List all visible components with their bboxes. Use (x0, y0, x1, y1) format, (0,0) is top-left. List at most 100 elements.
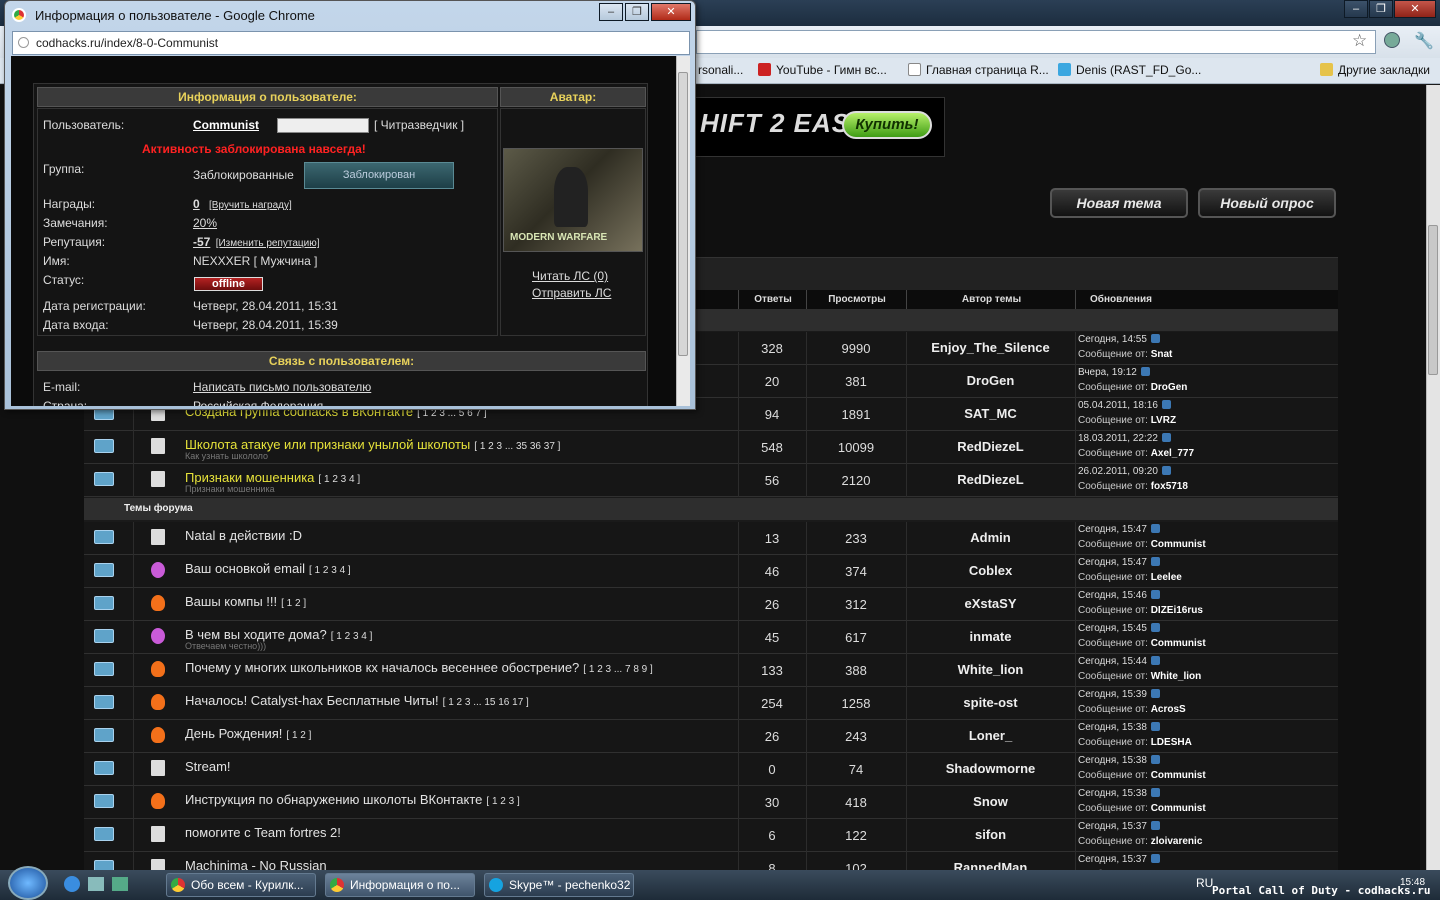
topic-title-text[interactable]: Почему у многих школьников кх началось в… (185, 660, 579, 675)
send-pm-link[interactable]: Отправить ЛС (532, 286, 611, 300)
start-button[interactable] (8, 866, 48, 900)
topic-title[interactable]: В чем вы ходите дома? [ 1 2 3 4 ] (185, 627, 372, 642)
header-replies[interactable]: Ответы (740, 294, 806, 305)
page-scrollbar[interactable] (1426, 85, 1440, 870)
topic-pages[interactable]: [ 1 2 3 4 ] (318, 474, 360, 485)
author-name[interactable]: eXstaSY (906, 596, 1075, 611)
new-topic-button[interactable]: Новая тема (1050, 188, 1188, 218)
topic-title[interactable]: Вашы компы !!! [ 1 2 ] (185, 594, 306, 609)
topic-pages[interactable]: [ 1 2 ] (286, 730, 311, 741)
reputation-value[interactable]: -57 (193, 235, 210, 249)
author-name[interactable]: White_lion (906, 662, 1075, 677)
email-link[interactable]: Написать письмо пользователю (193, 380, 371, 394)
go-to-last-post-icon[interactable] (1150, 722, 1160, 731)
author-name[interactable]: sifon (906, 827, 1075, 842)
topic-title[interactable]: День Рождения! [ 1 2 ] (185, 726, 311, 741)
last-poster-name[interactable]: White_lion (1151, 671, 1202, 682)
go-to-last-post-icon[interactable] (1150, 334, 1160, 343)
last-poster-name[interactable]: DIZEi16rus (1151, 605, 1203, 616)
topic-title-text[interactable]: помогите с Team fortres 2! (185, 825, 341, 840)
go-to-last-post-icon[interactable] (1150, 821, 1160, 830)
topic-pages[interactable]: [ 1 2 3 ... 15 16 17 ] (443, 697, 529, 708)
topic-title[interactable]: Natal в действии :D (185, 528, 302, 543)
new-poll-button[interactable]: Новый опрос (1198, 188, 1336, 218)
bookmark-youtube[interactable]: YouTube - Гимн вс... (758, 63, 887, 77)
last-poster-name[interactable]: Communist (1151, 638, 1206, 649)
go-to-last-post-icon[interactable] (1150, 656, 1160, 665)
page-info-icon[interactable] (18, 37, 29, 48)
last-poster-name[interactable]: Axel_777 (1151, 448, 1194, 459)
last-poster-name[interactable]: Snat (1151, 349, 1173, 360)
author-name[interactable]: Enjoy_The_Silence (906, 340, 1075, 355)
taskbar-item[interactable]: Обо всем - Курилк... (166, 873, 316, 897)
author-name[interactable]: Admin (906, 530, 1075, 545)
topic-title[interactable]: Почему у многих школьников кх началось в… (185, 660, 653, 675)
header-author[interactable]: Автор темы (908, 294, 1075, 305)
topic-title[interactable]: Началось! Catalyst-hax Бесплатные Читы! [… (185, 693, 529, 708)
last-poster-name[interactable]: LVRZ (1151, 415, 1176, 426)
username-link[interactable]: Communist (193, 118, 259, 132)
last-poster-name[interactable]: AcrosS (1151, 704, 1186, 715)
popup-scrollbar-thumb[interactable] (678, 72, 688, 356)
go-to-last-post-icon[interactable] (1161, 466, 1171, 475)
ie-icon[interactable] (64, 876, 80, 892)
taskbar-item[interactable]: Информация о по... (325, 873, 475, 897)
popup-scrollbar[interactable] (676, 56, 690, 406)
clock[interactable]: 15:48 (1400, 877, 1425, 888)
topic-title-text[interactable]: Инструкция по обнаружению школоты ВКонта… (185, 792, 482, 807)
explorer-icon[interactable] (88, 877, 104, 891)
topic-pages[interactable]: [ 1 2 3 ... 7 8 9 ] (583, 664, 653, 675)
read-pm-link[interactable]: Читать ЛС (0) (532, 269, 608, 283)
topic-title[interactable]: Школота атакуе или признаки унылой школо… (185, 437, 560, 452)
popup-maximize-button[interactable]: ❐ (625, 3, 649, 21)
last-poster-name[interactable]: Communist (1151, 539, 1206, 550)
header-views[interactable]: Просмотры (808, 294, 906, 305)
last-poster-name[interactable]: Communist (1151, 803, 1206, 814)
topic-title[interactable]: Инструкция по обнаружению школоты ВКонта… (185, 792, 520, 807)
author-name[interactable]: Shadowmorne (906, 761, 1075, 776)
bookmark-page[interactable]: Главная страница R... (908, 63, 1049, 77)
topic-title[interactable]: Признаки мошенника [ 1 2 3 4 ] (185, 470, 360, 485)
popup-minimize-button[interactable]: – (599, 3, 623, 21)
last-poster-name[interactable]: Leelee (1151, 572, 1182, 583)
give-award-link[interactable]: [Вручить награду] (209, 200, 292, 211)
close-button[interactable]: ✕ (1394, 0, 1436, 18)
author-name[interactable]: inmate (906, 629, 1075, 644)
author-name[interactable]: DroGen (906, 373, 1075, 388)
topic-title-text[interactable]: Школота атакуе или признаки унылой школо… (185, 437, 470, 452)
topic-title-text[interactable]: Natal в действии :D (185, 528, 302, 543)
topic-pages[interactable]: [ 1 2 3 4 ] (331, 631, 373, 642)
last-poster-name[interactable]: Communist (1151, 770, 1206, 781)
last-poster-name[interactable]: zloivarenic (1151, 836, 1203, 847)
go-to-last-post-icon[interactable] (1161, 400, 1171, 409)
author-name[interactable]: RedDiezeL (906, 439, 1075, 454)
page-scrollbar-thumb[interactable] (1428, 225, 1438, 375)
last-poster-name[interactable]: DroGen (1151, 382, 1188, 393)
warnings-value[interactable]: 20% (193, 216, 217, 230)
topic-pages[interactable]: [ 1 2 3 ] (486, 796, 519, 807)
go-to-last-post-icon[interactable] (1150, 689, 1160, 698)
other-bookmarks[interactable]: Другие закладки (1320, 63, 1430, 77)
topic-title-text[interactable]: Началось! Catalyst-hax Бесплатные Читы! (185, 693, 439, 708)
bookmark-item[interactable]: rsonali... (698, 63, 743, 77)
topic-title-text[interactable]: Вашы компы !!! (185, 594, 277, 609)
bookmark-twitter[interactable]: Denis (RAST_FD_Go... (1058, 63, 1201, 77)
topic-title[interactable]: Ваш основкой email [ 1 2 3 4 ] (185, 561, 351, 576)
go-to-last-post-icon[interactable] (1150, 755, 1160, 764)
topic-pages[interactable]: [ 1 2 3 4 ] (309, 565, 351, 576)
taskbar-item[interactable]: Skype™ - pechenko32 (484, 873, 634, 897)
author-name[interactable]: SAT_MC (906, 406, 1075, 421)
author-name[interactable]: spite-ost (906, 695, 1075, 710)
wrench-icon[interactable]: 🔧 (1414, 31, 1434, 51)
go-to-last-post-icon[interactable] (1150, 854, 1160, 863)
author-name[interactable]: RedDiezeL (906, 472, 1075, 487)
extension-icon[interactable] (1384, 32, 1400, 48)
language-indicator[interactable]: RU (1196, 876, 1213, 890)
topic-pages[interactable]: [ 1 2 ] (281, 598, 306, 609)
awards-value[interactable]: 0 (193, 197, 200, 211)
topic-title-text[interactable]: Ваш основкой email (185, 561, 305, 576)
topic-title-text[interactable]: Stream! (185, 759, 231, 774)
topic-title[interactable]: Stream! (185, 759, 231, 774)
go-to-last-post-icon[interactable] (1150, 788, 1160, 797)
go-to-last-post-icon[interactable] (1140, 367, 1150, 376)
